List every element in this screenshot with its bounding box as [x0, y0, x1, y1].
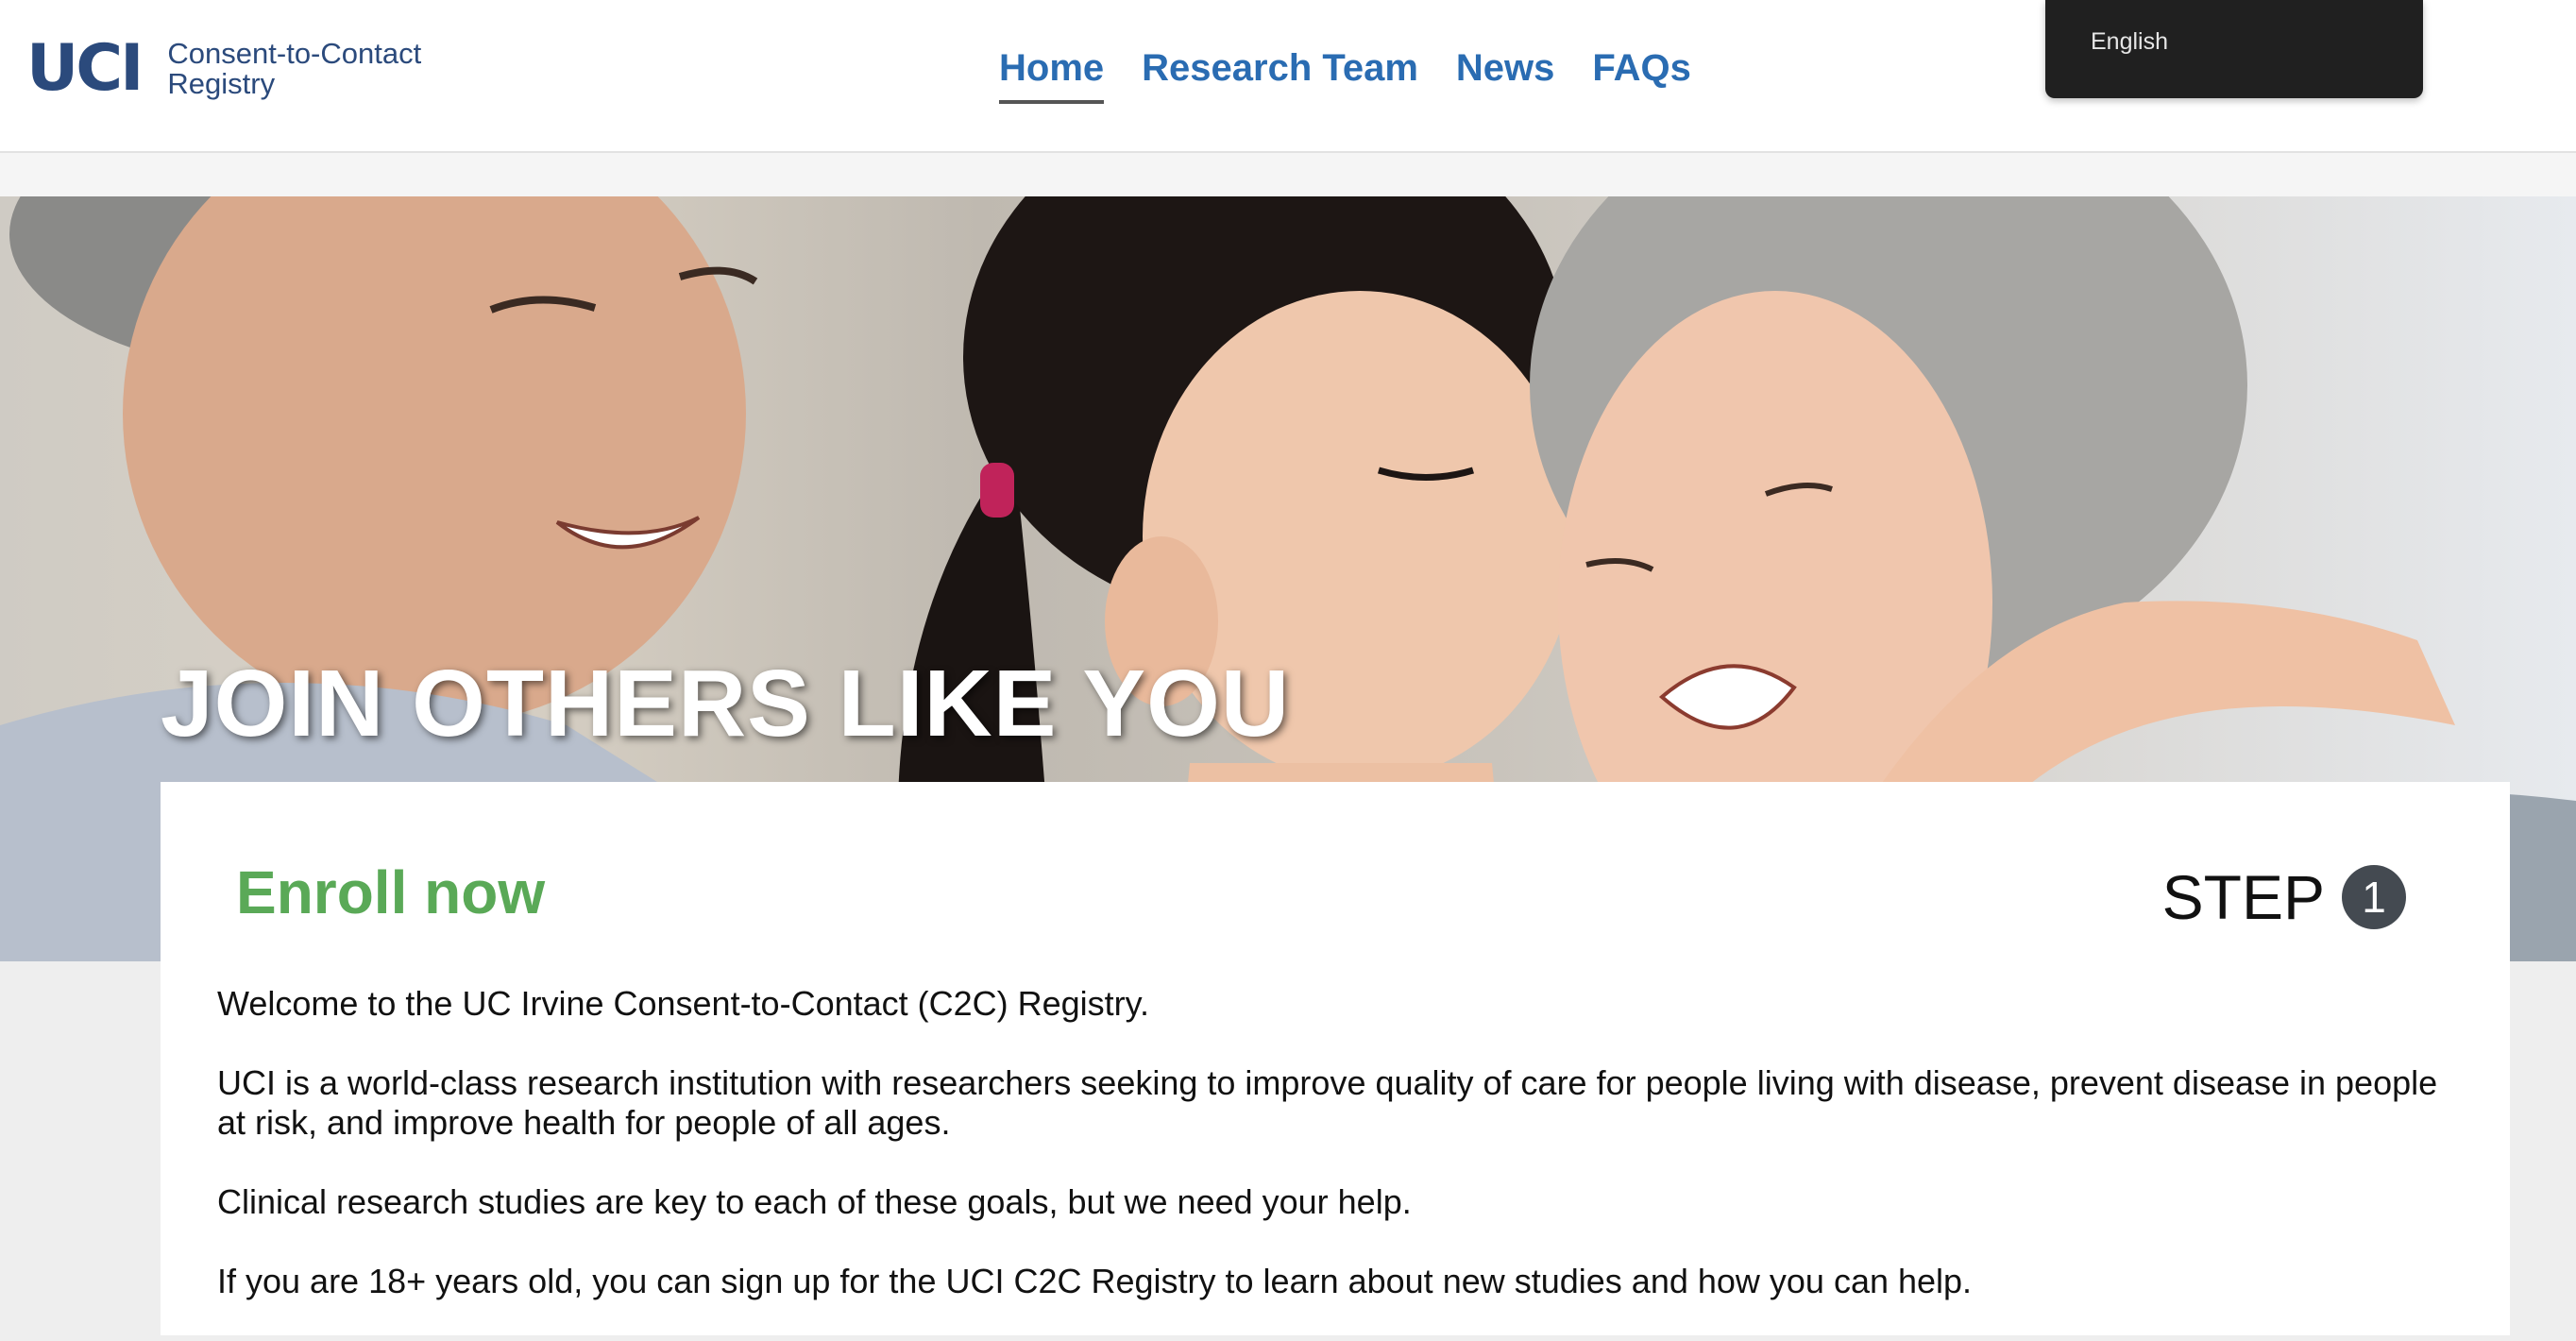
logo-line-1: Consent-to-Contact [167, 37, 422, 70]
step-number-badge: 1 [2342, 865, 2406, 929]
intro-text: Welcome to the UC Irvine Consent-to-Cont… [217, 984, 2455, 1341]
man-face [123, 196, 746, 725]
step-label: STEP [2161, 862, 2325, 932]
step-indicator: STEP 1 [2162, 861, 2406, 933]
hero-title: JOIN OTHERS LIKE YOU [161, 651, 1291, 756]
intro-paragraph: Welcome to the UC Irvine Consent-to-Cont… [217, 984, 1149, 1023]
intro-paragraph: If you are 18+ years old, you can sign u… [217, 1262, 1973, 1300]
logo-line-2: Registry [167, 67, 276, 100]
enroll-title: Enroll now [236, 858, 546, 926]
header-subbar [0, 153, 2576, 196]
site-header: UCI Consent-to-Contact Registry Home Res… [0, 0, 2576, 153]
nav-home[interactable]: Home [999, 43, 1105, 104]
nav-faqs[interactable]: FAQs [1592, 43, 1690, 93]
enroll-card: Enroll now STEP 1 Welcome to the UC Irvi… [161, 782, 2510, 1335]
language-selector[interactable]: English [2045, 0, 2423, 98]
language-label: English [2091, 28, 2168, 55]
logo-mark: UCI [26, 31, 144, 106]
logo-text: Consent-to-Contact Registry [167, 39, 421, 99]
uci-logo[interactable]: UCI Consent-to-Contact Registry [26, 36, 421, 102]
nav-research-team[interactable]: Research Team [1142, 43, 1418, 93]
intro-paragraph: Clinical research studies are key to eac… [217, 1182, 1412, 1221]
main-nav: Home Research Team News FAQs [999, 43, 1729, 104]
intro-paragraph: UCI is a world-class research institutio… [217, 1063, 2438, 1142]
hair-tie [980, 463, 1014, 518]
nav-news[interactable]: News [1456, 43, 1555, 93]
